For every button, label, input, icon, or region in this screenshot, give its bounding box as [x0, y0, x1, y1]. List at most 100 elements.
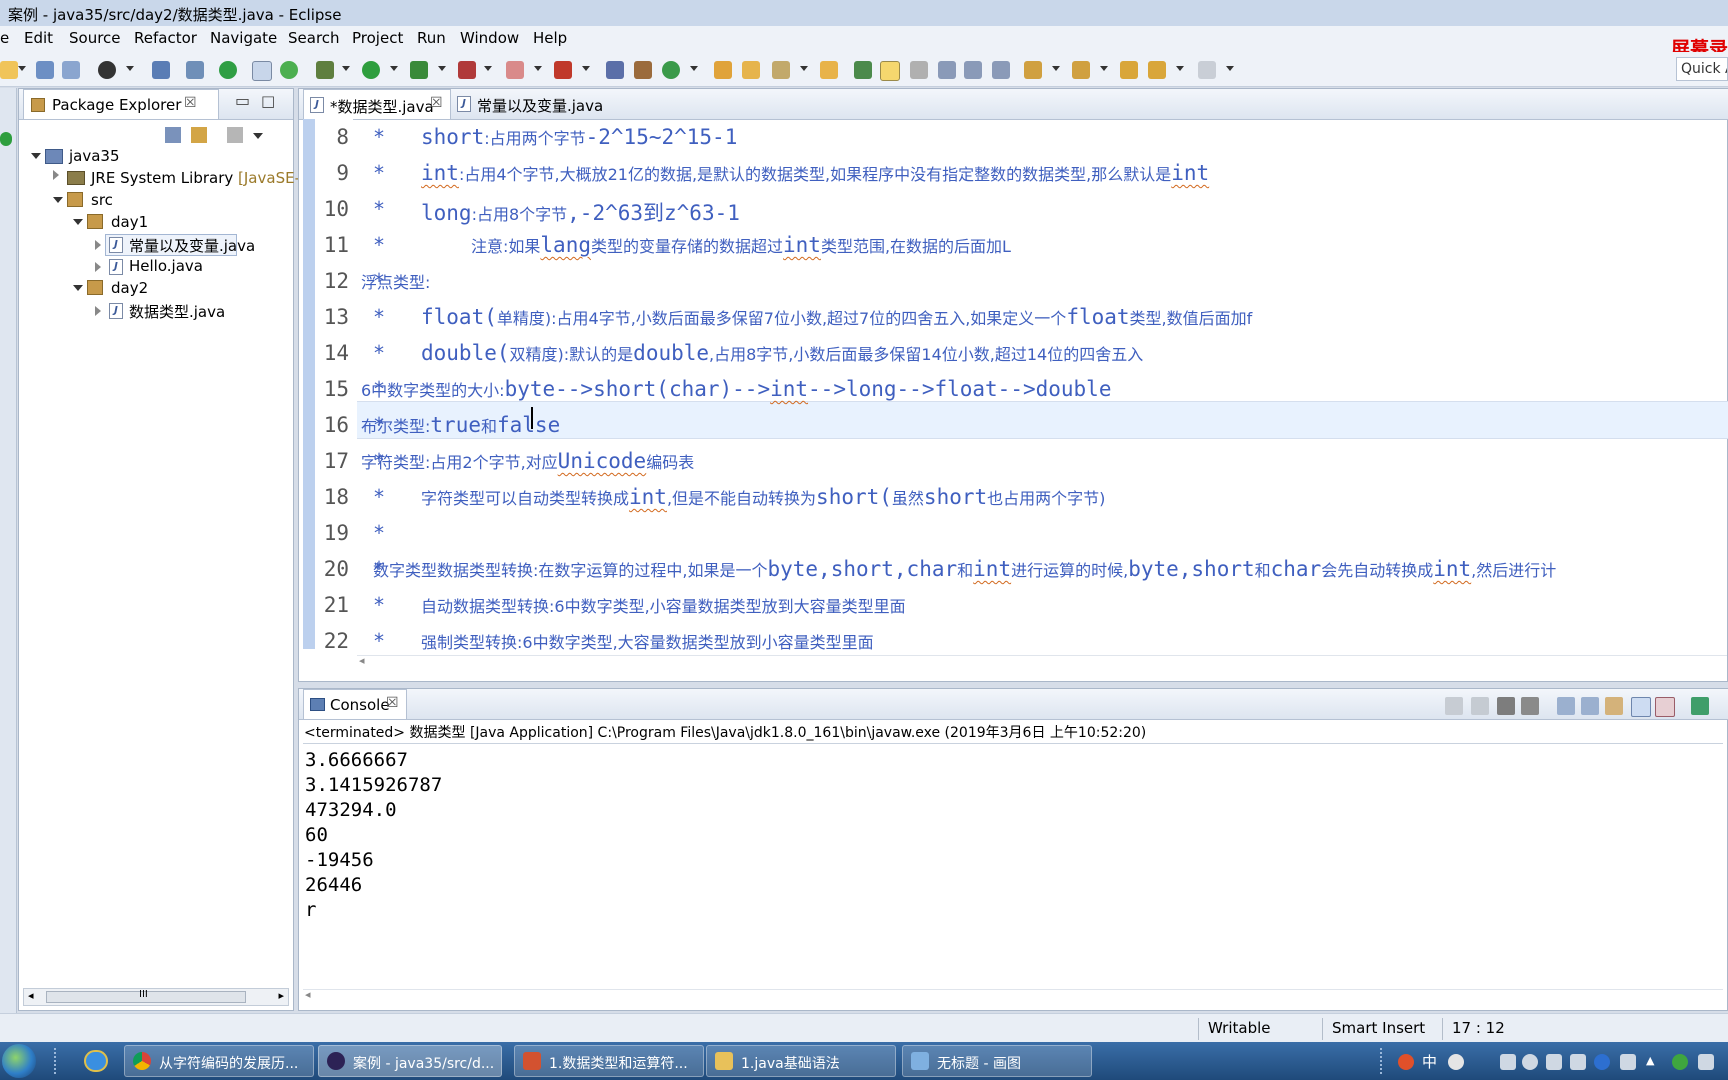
chevron-down-icon[interactable] [18, 66, 26, 71]
toggle-view-icon[interactable] [252, 61, 272, 81]
code-line[interactable]: long:占用8个字节,-2^63到z^63-1 [421, 197, 740, 227]
window-title-bar[interactable]: 案例 - java35/src/day2/数据类型.java - Eclipse [0, 0, 1728, 27]
save-all-icon[interactable] [62, 61, 80, 79]
tree-item-day2[interactable]: day2 [111, 279, 148, 297]
tree-item-java35[interactable]: java35 [69, 147, 120, 165]
run-indicator-icon[interactable] [0, 132, 12, 146]
scroll-left-icon[interactable]: ◂ [359, 654, 365, 667]
word-wrap-icon[interactable] [964, 61, 982, 79]
quick-access-input[interactable]: Quick A [1676, 57, 1728, 81]
wrench-icon[interactable] [1546, 1054, 1562, 1070]
tree-item-src[interactable]: src [91, 191, 113, 209]
menu-help[interactable]: Help [533, 29, 567, 47]
open-type-icon[interactable] [714, 61, 732, 79]
collapse-toggle-icon[interactable] [95, 262, 101, 272]
remove-all-launches-icon[interactable] [1521, 697, 1539, 715]
show-stdout-icon[interactable] [1631, 697, 1651, 717]
new-icon[interactable] [0, 61, 18, 79]
new-class-icon[interactable] [662, 61, 680, 79]
editor-tab-datatype[interactable]: J *数据类型.java ☒ [303, 89, 451, 119]
editor-horizontal-scrollbar[interactable]: ◂ [357, 654, 1727, 672]
scroll-left-icon[interactable]: ◂ [28, 989, 34, 1002]
run-icon[interactable] [362, 61, 380, 79]
menu-window[interactable]: Window [460, 29, 519, 47]
mark-occurrences-icon[interactable] [880, 61, 900, 81]
code-line[interactable]: int:占用4个字节,大概放21亿的数据,是默认的数据类型,如果程序中没有指定整… [421, 161, 1209, 185]
taskbar-task-chrome[interactable]: 从字符编码的发展历... [124, 1045, 314, 1077]
chevron-down-icon[interactable] [1052, 66, 1060, 71]
console-toggle-icon[interactable] [152, 61, 170, 79]
code-line[interactable]: 注意:如果lang类型的变量存储的数据超过int类型范围,在数据的后面加L [471, 233, 1011, 257]
show-hidden-icons-icon[interactable]: ▲ [1646, 1054, 1654, 1067]
taskbar-task-eclipse[interactable]: 案例 - java35/src/d... [318, 1045, 502, 1077]
menu-search[interactable]: Search [288, 29, 340, 47]
code-line[interactable]: 字符类型可以自动类型转换成int,但是不能自动转换为short(虽然short也… [421, 485, 1105, 509]
editor-tab-constants[interactable]: J 常量以及变量.java [451, 89, 621, 119]
expand-toggle-icon[interactable] [73, 219, 83, 225]
menu-file[interactable]: e [0, 29, 9, 47]
menu-run[interactable]: Run [417, 29, 446, 47]
show-stderr-icon[interactable] [1655, 697, 1675, 717]
chevron-down-icon[interactable] [342, 66, 350, 71]
chevron-down-icon[interactable] [800, 66, 808, 71]
skip-breakpoints-icon[interactable] [186, 61, 204, 79]
code-line[interactable]: double(双精度):默认的是double,占用8字节,小数后面最多保留14位… [421, 341, 1143, 365]
code-line[interactable]: short:占用两个字节-2^15~2^15-1 [421, 125, 737, 149]
show-whitespace-icon[interactable] [938, 61, 956, 79]
keyboard-icon[interactable] [1500, 1054, 1516, 1070]
tree-item-day1[interactable]: day1 [111, 213, 148, 231]
expand-toggle-icon[interactable] [53, 197, 63, 203]
chevron-down-icon[interactable] [1176, 66, 1184, 71]
share-icon[interactable] [1570, 1054, 1586, 1070]
debug-config-icon[interactable] [316, 61, 334, 79]
chevron-down-icon[interactable] [438, 66, 446, 71]
view-menu-icon[interactable] [253, 133, 263, 139]
collapse-toggle-icon[interactable] [53, 170, 59, 180]
word-wrap-icon[interactable] [1605, 697, 1623, 715]
chevron-down-icon[interactable] [484, 66, 492, 71]
previous-annotation-icon[interactable] [1072, 61, 1090, 79]
chevron-down-icon[interactable] [1226, 66, 1234, 71]
chevron-down-icon[interactable] [1100, 66, 1108, 71]
code-line[interactable]: 布尔类型:true和false [361, 413, 560, 437]
debug-icon[interactable] [219, 61, 237, 79]
search-icon[interactable] [772, 61, 790, 79]
profile-icon[interactable] [98, 61, 116, 79]
coverage-icon[interactable] [458, 61, 476, 79]
tree-item-datatype-file[interactable]: 数据类型.java [129, 301, 225, 322]
run-external-icon[interactable] [410, 61, 428, 79]
scroll-right-icon[interactable]: ▸ [278, 989, 284, 1002]
menu-navigate[interactable]: Navigate [210, 29, 277, 47]
code-line[interactable]: 自动数据类型转换:6中数字类型,小容量数据类型放到大容量类型里面 [421, 593, 906, 617]
expand-toggle-icon[interactable] [31, 153, 41, 159]
open-folder-icon[interactable] [820, 61, 838, 79]
focus-task-icon[interactable] [227, 127, 243, 143]
chevron-down-icon[interactable] [582, 66, 590, 71]
chevron-down-icon[interactable] [126, 66, 134, 71]
chevron-down-icon[interactable] [390, 66, 398, 71]
new-java-project-icon[interactable] [606, 61, 624, 79]
remove-launch-icon[interactable] [1497, 697, 1515, 715]
new-package-icon[interactable] [634, 61, 652, 79]
annotation-icon[interactable] [854, 61, 872, 79]
code-line[interactable]: float(单精度):占用4字节,小数后面最多保留7位小数,超过7位的四舍五入,… [421, 305, 1252, 329]
sogou-ime-icon[interactable] [1398, 1054, 1414, 1070]
next-annotation-icon[interactable] [1024, 61, 1042, 79]
code-line[interactable]: 浮点类型: [361, 269, 430, 293]
user-icon[interactable] [1522, 1054, 1538, 1070]
open-task-icon[interactable] [742, 61, 760, 79]
menu-source[interactable]: Source [69, 29, 121, 47]
close-icon[interactable]: ☒ [386, 695, 399, 711]
collapse-toggle-icon[interactable] [95, 306, 101, 316]
signal-icon[interactable] [1698, 1054, 1714, 1070]
ime-mode-indicator[interactable]: 中 [1422, 1051, 1437, 1072]
last-edit-icon[interactable] [1120, 61, 1138, 79]
paragraph-icon[interactable] [992, 61, 1010, 79]
console-tab[interactable]: Console ☒ [303, 689, 407, 719]
open-console-icon[interactable] [1691, 697, 1709, 715]
tree-item-hello-file[interactable]: Hello.java [129, 257, 203, 275]
terminate-icon[interactable] [1471, 697, 1489, 715]
network-flag-icon[interactable] [1620, 1054, 1636, 1070]
save-icon[interactable] [36, 61, 54, 79]
horizontal-scrollbar[interactable]: ◂ III ▸ [23, 988, 289, 1006]
